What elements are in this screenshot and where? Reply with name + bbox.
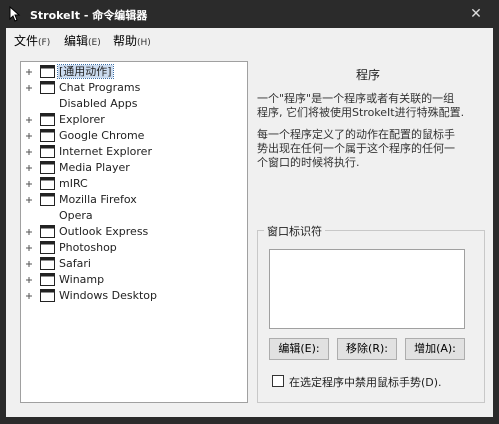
window-title: StrokeIt - 命令编辑器 (30, 9, 148, 22)
window-icon (40, 257, 55, 270)
tree-item[interactable]: Winamp (21, 272, 247, 288)
tree-item[interactable]: Windows Desktop (21, 288, 247, 304)
expand-plus-icon[interactable] (25, 132, 33, 140)
tree-item-label: Outlook Express (59, 225, 149, 238)
window-identifier-group-label: 窗口标识符 (264, 223, 325, 239)
tree-item[interactable]: Chat Programs (21, 80, 247, 96)
menu-edit-accel: (E) (88, 38, 101, 48)
menu-bar: 文件(F) 编辑(E) 帮助(H) (6, 28, 493, 50)
tree-item[interactable]: mIRC (21, 176, 247, 192)
tree-item-label: Disabled Apps (59, 97, 138, 110)
tree-item[interactable]: Mozilla Firefox (21, 192, 247, 208)
menu-help[interactable]: 帮助(H) (113, 32, 151, 49)
tree-item-label: Winamp (59, 273, 105, 286)
menu-file-label: 文件 (14, 34, 39, 48)
tree-item[interactable]: Google Chrome (21, 128, 247, 144)
expand-plus-icon[interactable] (25, 292, 33, 300)
expand-plus-icon[interactable] (25, 228, 33, 236)
program-tree[interactable]: [通用动作] Chat Programs Disabled Apps Explorer… (20, 61, 248, 403)
tree-item-label: Photoshop (59, 241, 117, 254)
expand-plus-icon[interactable] (25, 84, 33, 92)
edit-button[interactable]: 编辑(E): (269, 338, 329, 360)
panel-heading: 程序 (356, 68, 381, 82)
tree-item-label: Explorer (59, 113, 105, 126)
tree-item[interactable]: [通用动作] (21, 64, 247, 80)
description-line: 一个"程序"是一个程序或者有关联的一组 (257, 92, 455, 105)
add-button[interactable]: 增加(A): (405, 338, 465, 360)
close-button[interactable]: ✕ (453, 0, 499, 28)
menu-edit-label: 编辑 (64, 34, 89, 48)
window-icon (40, 161, 55, 174)
window-icon (40, 177, 55, 190)
expand-plus-icon[interactable] (25, 164, 33, 172)
disable-gestures-label: 在选定程序中禁用鼠标手势(D). (289, 376, 442, 389)
window-icon (40, 241, 55, 254)
window-icon (40, 289, 55, 302)
app-icon (9, 6, 21, 22)
tree-item-label: Internet Explorer (59, 145, 152, 158)
tree-item-label: Mozilla Firefox (59, 193, 137, 206)
window-icon (40, 225, 55, 238)
description-paragraph-1: 一个"程序"是一个程序或者有关联的一组 程序, 它们将被使用StrokeIt进行… (257, 92, 487, 120)
tree-item-label: Windows Desktop (59, 289, 157, 302)
description-line: 每一个程序定义了的动作在配置的鼠标手 (257, 128, 455, 141)
window-icon (40, 145, 55, 158)
tree-item-label: Media Player (59, 161, 130, 174)
window-icon (40, 193, 55, 206)
menu-help-label: 帮助 (113, 34, 138, 48)
tree-item-label: Chat Programs (59, 81, 141, 94)
tree-item[interactable]: Safari (21, 256, 247, 272)
expand-plus-icon[interactable] (25, 276, 33, 284)
title-bar: StrokeIt - 命令编辑器 ✕ (0, 0, 499, 28)
tree-item-label: Opera (59, 209, 93, 222)
tree-item-label: Safari (59, 257, 91, 270)
description-line: 势出现在任何一个属于这个程序的任何一 (257, 142, 455, 155)
description-line: 个窗口的时候将执行. (257, 156, 360, 169)
tree-item-label: mIRC (59, 177, 88, 190)
tree-item[interactable]: Media Player (21, 160, 247, 176)
expand-plus-icon[interactable] (25, 244, 33, 252)
tree-item[interactable]: Internet Explorer (21, 144, 247, 160)
tree-item[interactable]: Explorer (21, 112, 247, 128)
expand-plus-icon[interactable] (25, 180, 33, 188)
window-icon (40, 65, 55, 78)
expand-plus-icon[interactable] (25, 68, 33, 76)
window-icon (40, 113, 55, 126)
tree-item[interactable]: Photoshop (21, 240, 247, 256)
remove-button[interactable]: 移除(R): (337, 338, 397, 360)
description-line: 程序, 它们将被使用StrokeIt进行特殊配置. (257, 106, 465, 119)
expand-plus-icon[interactable] (25, 196, 33, 204)
tree-item[interactable]: Outlook Express (21, 224, 247, 240)
menu-file[interactable]: 文件(F) (14, 32, 50, 49)
tree-item-label: [通用动作] (57, 64, 114, 79)
disable-gestures-checkbox[interactable] (272, 375, 284, 387)
expand-plus-icon[interactable] (25, 148, 33, 156)
client-area: [通用动作] Chat Programs Disabled Apps Explorer… (6, 50, 493, 417)
window-icon (40, 129, 55, 142)
tree-item[interactable]: Opera (21, 208, 247, 224)
tree-item[interactable]: Disabled Apps (21, 96, 247, 112)
menu-edit[interactable]: 编辑(E) (64, 32, 101, 49)
expand-plus-icon[interactable] (25, 116, 33, 124)
strokeit-command-editor-window: StrokeIt - 命令编辑器 ✕ 文件(F) 编辑(E) 帮助(H) [通用… (0, 0, 499, 424)
menu-file-accel: (F) (38, 38, 51, 48)
window-icon (40, 273, 55, 286)
description-paragraph-2: 每一个程序定义了的动作在配置的鼠标手 势出现在任何一个属于这个程序的任何一 个窗… (257, 128, 487, 170)
tree-item-label: Google Chrome (59, 129, 145, 142)
window-icon (40, 81, 55, 94)
expand-plus-icon[interactable] (25, 260, 33, 268)
window-identifier-list[interactable] (269, 249, 465, 329)
menu-help-accel: (H) (137, 38, 151, 48)
